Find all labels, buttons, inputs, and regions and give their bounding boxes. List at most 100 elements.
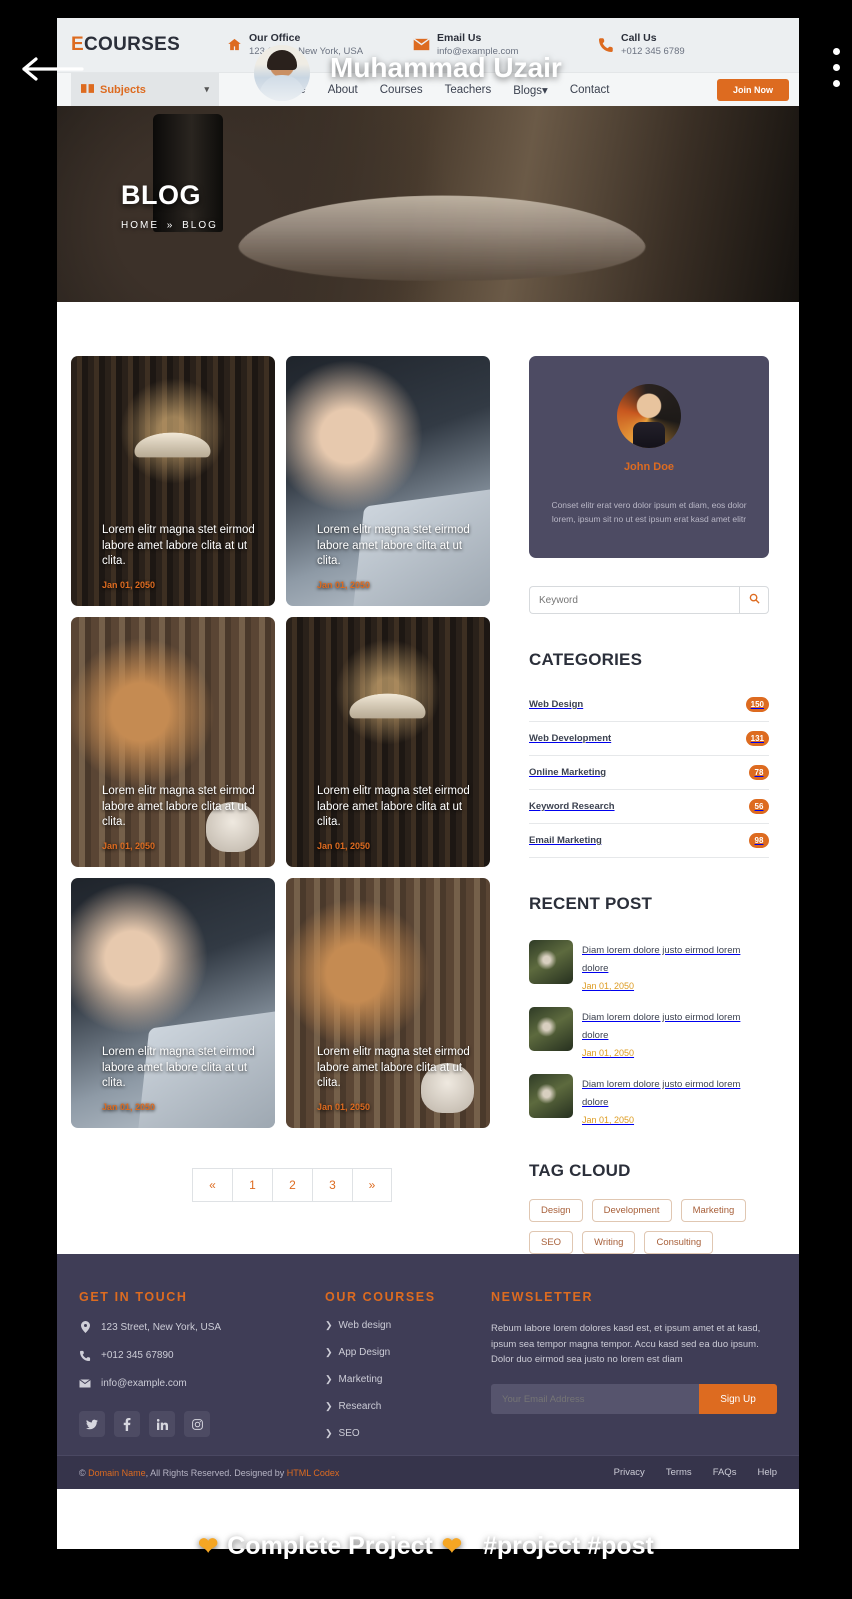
footer-course-link[interactable]: ❯ Marketing (325, 1374, 491, 1385)
pagination-page-1[interactable]: 1 (232, 1168, 272, 1202)
footer-course-label: Research (338, 1401, 382, 1412)
blog-card-title: Lorem elitr magna stet eirmod labore ame… (102, 785, 255, 829)
category-label: Web Design (529, 699, 584, 710)
pagination-page-2[interactable]: 2 (272, 1168, 312, 1202)
pagination-page-3[interactable]: 3 (312, 1168, 352, 1202)
nav-link-contact[interactable]: Contact (570, 84, 610, 96)
subjects-label: Subjects (100, 83, 146, 96)
blog-card[interactable]: Lorem elitr magna stet eirmod labore ame… (71, 878, 275, 1128)
footer-course-link[interactable]: ❯ App Design (325, 1347, 491, 1358)
main-content: Lorem elitr magna stet eirmod labore ame… (57, 302, 799, 1254)
orange-heart-icon: ❤ (198, 1533, 219, 1560)
footer-course-link[interactable]: ❯ Web design (325, 1320, 491, 1331)
email-icon (79, 1379, 91, 1388)
orange-heart-icon: ❤ (441, 1533, 462, 1560)
search-button[interactable] (739, 586, 769, 614)
contact-phone: Call Us +012 345 6789 (599, 32, 785, 58)
footer-link-terms[interactable]: Terms (666, 1467, 692, 1478)
tag-cloud: Design Development Marketing SEO Writing… (529, 1199, 769, 1254)
blog-card[interactable]: Lorem elitr magna stet eirmod labore ame… (71, 617, 275, 867)
page-hero-banner: BLOG HOME » BLOG (57, 106, 799, 302)
recent-post-heading: RECENT POST (529, 894, 653, 913)
recent-post-title: Diam lorem dolore justo eirmod lorem dol… (582, 1079, 741, 1108)
tag-item[interactable]: Design (529, 1199, 583, 1222)
breadcrumb-home[interactable]: HOME (121, 220, 159, 231)
recent-post-item[interactable]: Diam lorem dolore justo eirmod lorem dol… (529, 1066, 769, 1133)
newsletter-signup-button[interactable]: Sign Up (699, 1384, 777, 1415)
footer-link-privacy[interactable]: Privacy (614, 1467, 645, 1478)
blog-card[interactable]: Lorem elitr magna stet eirmod labore ame… (71, 356, 275, 606)
footer-course-link[interactable]: ❯ SEO (325, 1428, 491, 1439)
footer-contact-heading: GET IN TOUCH (79, 1290, 188, 1304)
site-footer: GET IN TOUCH 123 Street, New York, USA +… (57, 1254, 799, 1455)
blog-card-title: Lorem elitr magna stet eirmod labore ame… (102, 1046, 255, 1090)
back-arrow-icon[interactable] (18, 52, 86, 86)
newsletter-email-input[interactable] (491, 1384, 699, 1415)
video-caption-text: Complete Project (227, 1532, 433, 1560)
tag-item[interactable]: SEO (529, 1231, 574, 1254)
footer-email-text: info@example.com (101, 1378, 187, 1389)
nav-link-blogs-label: Blogs (513, 84, 543, 97)
copyright-brand-link[interactable]: Domain Name (88, 1468, 146, 1478)
more-options-icon[interactable] (833, 48, 840, 96)
video-caption: ❤ Complete Project ❤ #project #post (0, 1532, 852, 1561)
blog-card-title: Lorem elitr magna stet eirmod labore ame… (317, 524, 470, 568)
copyright-bar: © Domain Name, All Rights Reserved. Desi… (57, 1455, 799, 1489)
join-now-button[interactable]: Join Now (717, 78, 789, 101)
recent-posts-list: Diam lorem dolore justo eirmod lorem dol… (529, 932, 769, 1133)
nav-link-blogs[interactable]: Blogs▾ (513, 83, 548, 97)
category-count-badge: 150 (745, 697, 769, 712)
category-label: Online Marketing (529, 767, 607, 778)
tag-item[interactable]: Writing (582, 1231, 636, 1254)
subjects-dropdown[interactable]: Subjects ▾ (71, 73, 219, 106)
site-logo[interactable]: ECOURSES (71, 34, 180, 56)
categories-heading: CATEGORIES (529, 650, 643, 669)
pagination-prev[interactable]: « (192, 1168, 232, 1202)
footer-contact-column: GET IN TOUCH 123 Street, New York, USA +… (79, 1290, 325, 1439)
email-icon (413, 37, 430, 52)
location-pin-icon (79, 1321, 91, 1333)
blog-card-title: Lorem elitr magna stet eirmod labore ame… (317, 785, 470, 829)
footer-link-help[interactable]: Help (757, 1467, 777, 1478)
nav-link-teachers[interactable]: Teachers (445, 84, 492, 96)
blog-card[interactable]: Lorem elitr magna stet eirmod labore ame… (286, 617, 490, 867)
copyright-prefix: © (79, 1467, 89, 1478)
avatar (617, 384, 681, 448)
breadcrumb-separator-icon: » (166, 220, 175, 231)
category-item[interactable]: Keyword Research 56 (529, 790, 769, 824)
nav-link-about[interactable]: About (328, 84, 358, 96)
tag-item[interactable]: Consulting (644, 1231, 714, 1254)
nav-link-courses[interactable]: Courses (380, 84, 423, 96)
category-item[interactable]: Online Marketing 78 (529, 756, 769, 790)
footer-address-text: 123 Street, New York, USA (101, 1321, 222, 1333)
recent-post-item[interactable]: Diam lorem dolore justo eirmod lorem dol… (529, 999, 769, 1066)
instagram-icon[interactable] (184, 1411, 210, 1437)
recent-post-thumbnail (529, 940, 573, 984)
linkedin-icon[interactable] (149, 1411, 175, 1437)
blog-card[interactable]: Lorem elitr magna stet eirmod labore ame… (286, 878, 490, 1128)
twitter-icon[interactable] (79, 1411, 105, 1437)
tag-item[interactable]: Development (591, 1199, 672, 1222)
footer-link-faqs[interactable]: FAQs (713, 1467, 737, 1478)
recent-post-item[interactable]: Diam lorem dolore justo eirmod lorem dol… (529, 932, 769, 999)
pagination-next[interactable]: » (352, 1168, 392, 1202)
logo-text: COURSES (83, 34, 181, 55)
video-caption-hashtags: #project #post (482, 1532, 654, 1560)
category-item[interactable]: Web Development 131 (529, 722, 769, 756)
footer-newsletter-column: NEWSLETTER Rebum labore lorem dolores ka… (491, 1290, 777, 1439)
footer-course-link[interactable]: ❯ Research (325, 1401, 491, 1412)
presenter-avatar[interactable] (254, 45, 310, 101)
footer-phone-text: +012 345 67890 (101, 1350, 174, 1361)
category-item[interactable]: Email Marketing 98 (529, 824, 769, 858)
copyright-designer-link[interactable]: HTML Codex (287, 1468, 340, 1478)
facebook-icon[interactable] (114, 1411, 140, 1437)
contact-phone-title: Call Us (621, 32, 657, 44)
tag-item[interactable]: Marketing (680, 1199, 747, 1222)
footer-course-label: App Design (338, 1347, 391, 1358)
blog-card[interactable]: Lorem elitr magna stet eirmod labore ame… (286, 356, 490, 606)
chevron-right-icon: ❯ (325, 1428, 333, 1438)
footer-courses-column: OUR COURSES ❯ Web design ❯ App Design ❯ Mar… (325, 1290, 491, 1439)
category-item[interactable]: Web Design 150 (529, 688, 769, 722)
pagination: « 1 2 3 » (71, 1168, 513, 1202)
search-input[interactable] (529, 586, 739, 614)
